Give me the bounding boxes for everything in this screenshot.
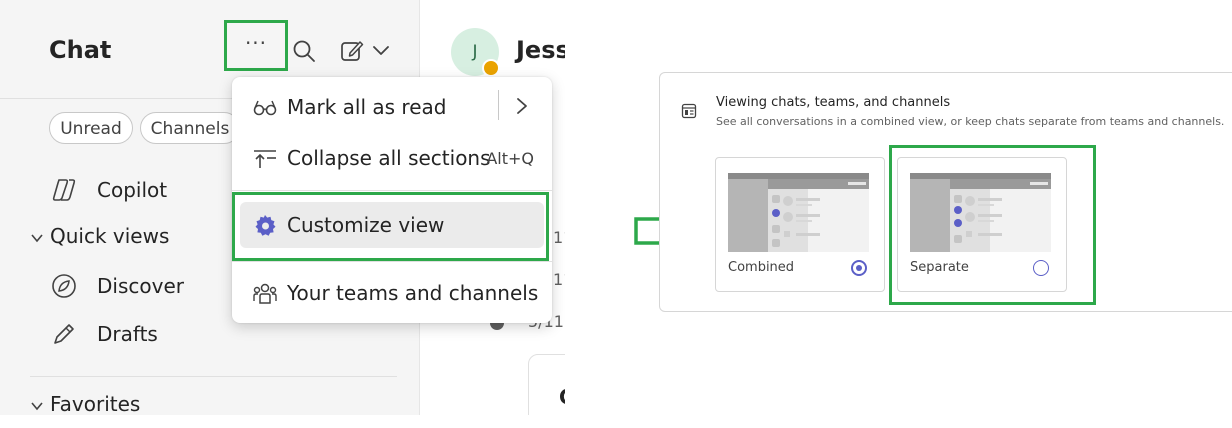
- nav-label: Copilot: [97, 178, 168, 202]
- search-icon[interactable]: [291, 38, 317, 64]
- conversation-title: Jess: [516, 36, 565, 64]
- page-title: Chat: [49, 36, 112, 64]
- chevron-down-icon[interactable]: [372, 44, 390, 58]
- filter-unread-pill[interactable]: Unread: [49, 112, 133, 144]
- layout-icon: [681, 103, 697, 119]
- menu-item-label: Collapse all sections: [287, 146, 491, 170]
- shortcut-hint: Alt+Q: [486, 149, 534, 168]
- chevron-down-icon: [30, 224, 44, 248]
- collapse-icon: [254, 150, 276, 168]
- filter-channels-pill[interactable]: Channels: [140, 112, 240, 144]
- new-chat-icon[interactable]: [339, 38, 365, 64]
- copilot-icon: [52, 179, 76, 201]
- menu-divider: [232, 261, 552, 262]
- section-label: Quick views: [50, 224, 170, 248]
- nav-label: Discover: [97, 274, 184, 298]
- pencil-icon: [54, 324, 74, 344]
- split-divider: [498, 90, 499, 120]
- favorites-section[interactable]: Favorites: [30, 392, 140, 415]
- menu-item-collapse-sections[interactable]: Collapse all sections Alt+Q: [232, 137, 552, 181]
- message-date: 11: [553, 228, 565, 247]
- menu-item-mark-all-read[interactable]: Mark all as read: [232, 86, 552, 130]
- card-text: C: [559, 385, 565, 409]
- message-date: 11: [553, 270, 565, 289]
- presence-away-icon: [482, 59, 500, 77]
- quick-views-section[interactable]: Quick views: [30, 224, 169, 252]
- chevron-down-icon: [30, 392, 44, 415]
- menu-divider: [232, 190, 552, 191]
- option-label: Combined: [728, 260, 795, 275]
- menu-item-your-teams[interactable]: Your teams and channels: [232, 272, 552, 316]
- message-card: C: [528, 354, 565, 415]
- divider: [30, 376, 397, 377]
- discover-icon: [52, 274, 76, 298]
- highlight-box: [889, 145, 1096, 305]
- settings-title: Viewing chats, teams, and channels: [716, 95, 951, 110]
- teams-window: Chat ··· Unread Channels Copilot Quick v…: [0, 0, 565, 415]
- more-options-button[interactable]: ···: [224, 20, 288, 71]
- chevron-right-icon[interactable]: [515, 96, 529, 116]
- nav-label: Drafts: [97, 322, 158, 346]
- option-combined-card[interactable]: Combined: [715, 157, 885, 292]
- more-options-icon: ···: [244, 31, 268, 55]
- teams-people-icon: [253, 283, 277, 304]
- menu-item-label: Your teams and channels: [287, 281, 539, 305]
- glasses-icon: [253, 100, 277, 116]
- menu-item-label: Mark all as read: [287, 95, 447, 119]
- section-label: Favorites: [50, 392, 141, 415]
- settings-description: See all conversations in a combined view…: [716, 115, 1225, 128]
- combined-preview-image: [728, 173, 869, 252]
- radio-combined[interactable]: [851, 260, 867, 276]
- highlight-box: [232, 192, 549, 261]
